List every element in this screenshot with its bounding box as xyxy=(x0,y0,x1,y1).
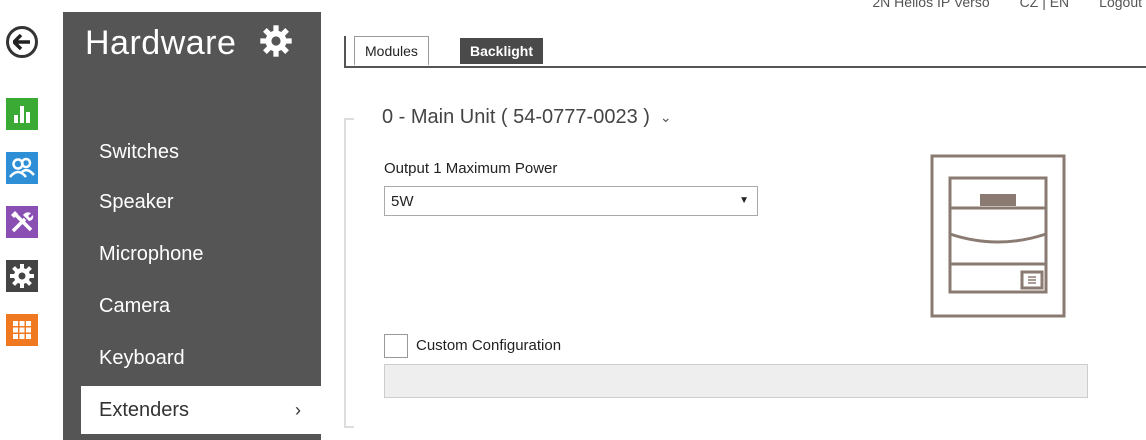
tools-icon xyxy=(11,211,34,233)
sidebar-item-extenders[interactable]: Extenders › xyxy=(81,386,321,434)
logout-link[interactable]: Logout xyxy=(1099,0,1146,10)
gear-icon xyxy=(10,264,34,288)
arrow-left-icon xyxy=(13,34,30,50)
sidebar-item-speaker[interactable]: Speaker xyxy=(63,178,321,226)
chevron-right-icon: › xyxy=(295,399,301,420)
sidebar-item-keyboard[interactable]: Keyboard xyxy=(63,334,321,382)
users-icon xyxy=(9,157,35,178)
device-unit-illustration xyxy=(930,154,1066,318)
sidebar-item-label: Camera xyxy=(99,294,171,317)
sidebar-item-label: Switches xyxy=(99,140,180,163)
tab-backlight[interactable]: Backlight xyxy=(460,38,544,64)
output-power-value: 5W xyxy=(391,192,414,210)
language-switch[interactable]: CZ | EN xyxy=(1020,0,1070,10)
custom-configuration-input[interactable] xyxy=(384,364,1088,398)
nav-directory-button[interactable] xyxy=(6,152,38,184)
gear-icon xyxy=(260,25,292,57)
custom-configuration-label: Custom Configuration xyxy=(416,337,562,354)
output-power-label: Output 1 Maximum Power xyxy=(384,160,558,177)
dropdown-arrow-icon: ▼ xyxy=(739,195,749,206)
sidebar-item-label: Speaker xyxy=(99,190,174,213)
device-name: 2N Helios IP Verso xyxy=(872,0,990,10)
sidebar-title: Hardware xyxy=(85,24,237,62)
panel-border-bottom xyxy=(344,426,354,428)
sidebar-item-switches[interactable]: Switches xyxy=(63,128,321,176)
sidebar-item-microphone[interactable]: Microphone xyxy=(63,230,321,278)
panel-border xyxy=(344,118,346,428)
sidebar-item-label: Extenders xyxy=(99,398,190,421)
status-chart-icon xyxy=(14,106,30,123)
nav-system-button[interactable] xyxy=(6,260,38,292)
top-bar: 2N Helios IP Verso CZ | EN Logout xyxy=(872,0,1146,10)
custom-configuration-checkbox[interactable] xyxy=(384,334,408,358)
chevron-down-icon: ⌄ xyxy=(659,109,672,125)
sidebar-item-label: Microphone xyxy=(99,242,204,265)
tab-bar-divider xyxy=(344,36,346,68)
unit-selector[interactable]: 0 - Main Unit ( 54-0777-0023 ) ⌄ xyxy=(382,106,672,129)
back-button[interactable] xyxy=(6,26,38,58)
panel-border-top xyxy=(344,118,354,120)
tab-modules[interactable]: Modules xyxy=(354,36,429,66)
nav-status-button[interactable] xyxy=(6,98,38,130)
sidebar-item-label: Keyboard xyxy=(99,346,185,369)
unit-title: 0 - Main Unit ( 54-0777-0023 ) xyxy=(382,106,650,128)
output-power-select[interactable]: 5W ▼ xyxy=(384,186,758,216)
tab-bar-underline xyxy=(344,66,1146,68)
nav-hardware-button[interactable] xyxy=(6,206,38,238)
nav-services-button[interactable] xyxy=(6,314,38,346)
sidebar: Hardware Switches Speaker Microphone Cam… xyxy=(63,12,321,440)
grid-icon xyxy=(13,321,31,339)
sidebar-item-camera[interactable]: Camera xyxy=(63,282,321,330)
